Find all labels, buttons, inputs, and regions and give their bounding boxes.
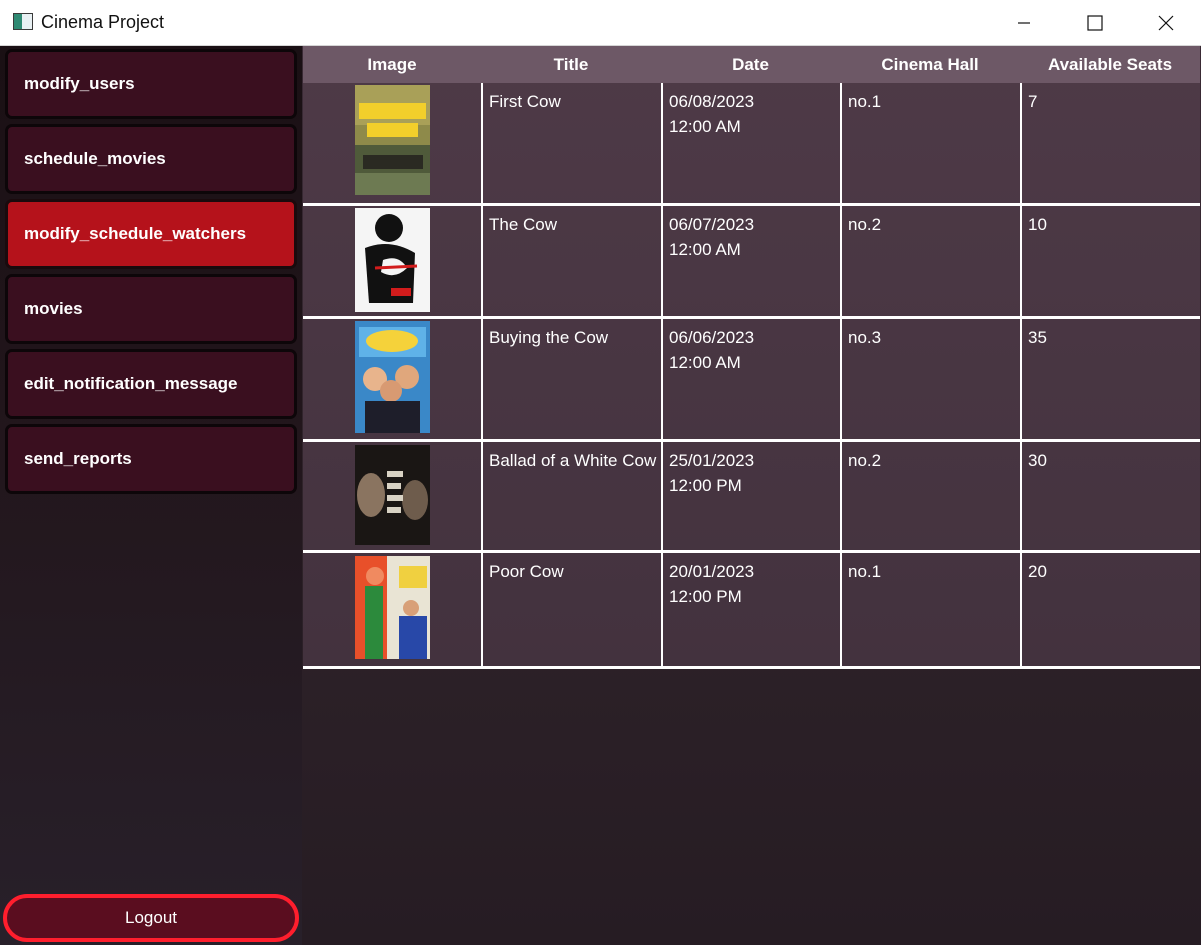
cell-cinema-hall: no.1: [840, 83, 1020, 203]
table-row[interactable]: First Cow 06/08/2023 12:00 AM no.1 7: [303, 83, 1200, 206]
movie-poster-image: [354, 321, 430, 433]
column-header-available-seats[interactable]: Available Seats: [1020, 46, 1200, 83]
minimize-button[interactable]: [989, 0, 1059, 45]
sidebar-item-modify-users[interactable]: modify_users: [5, 49, 297, 119]
sidebar-item-schedule-movies[interactable]: schedule_movies: [5, 124, 297, 194]
sidebar-item-edit-notification-message[interactable]: edit_notification_message: [5, 349, 297, 419]
cell-cinema-hall: no.2: [840, 442, 1020, 550]
column-header-image[interactable]: Image: [303, 46, 481, 83]
table-row[interactable]: Buying the Cow 06/06/2023 12:00 AM no.3 …: [303, 319, 1200, 442]
window-title: Cinema Project: [41, 12, 165, 32]
cell-cinema-hall: no.1: [840, 553, 1020, 666]
cell-title: Ballad of a White Cow: [481, 442, 661, 550]
cell-cinema-hall: no.2: [840, 206, 1020, 316]
close-icon: [1158, 15, 1174, 30]
cell-date: 06/07/2023 12:00 AM: [661, 206, 840, 316]
cell-date: 06/06/2023 12:00 AM: [661, 319, 840, 439]
cell-cinema-hall: no.3: [840, 319, 1020, 439]
cell-title: First Cow: [481, 83, 661, 203]
table-row[interactable]: The Cow 06/07/2023 12:00 AM no.2 10: [303, 206, 1200, 319]
cell-date: 06/08/2023 12:00 AM: [661, 83, 840, 203]
maximize-icon: [1087, 14, 1103, 31]
movie-poster-image: [354, 208, 430, 312]
table-row[interactable]: Poor Cow 20/01/2023 12:00 PM no.1 20: [303, 553, 1200, 669]
sidebar-item-modify-schedule-watchers[interactable]: modify_schedule_watchers: [5, 199, 297, 269]
cell-available-seats: 10: [1020, 206, 1200, 316]
cell-title: The Cow: [481, 206, 661, 316]
sidebar-item-send-reports[interactable]: send_reports: [5, 424, 297, 494]
main-content: Image Title Date Cinema Hall Available S…: [302, 46, 1201, 945]
movie-poster-image: [354, 85, 430, 195]
cell-date: 25/01/2023 12:00 PM: [661, 442, 840, 550]
cell-available-seats: 35: [1020, 319, 1200, 439]
logout-button[interactable]: Logout: [3, 894, 299, 942]
cell-title: Buying the Cow: [481, 319, 661, 439]
column-header-date[interactable]: Date: [661, 46, 840, 83]
movie-poster-image: [354, 556, 430, 659]
column-header-title[interactable]: Title: [481, 46, 661, 83]
table-header: Image Title Date Cinema Hall Available S…: [303, 46, 1200, 83]
cell-title: Poor Cow: [481, 553, 661, 666]
movie-poster-image: [354, 445, 430, 545]
sidebar-item-movies[interactable]: movies: [5, 274, 297, 344]
cell-date: 20/01/2023 12:00 PM: [661, 553, 840, 666]
cell-available-seats: 7: [1020, 83, 1200, 203]
sidebar: modify_users schedule_movies modify_sche…: [0, 46, 302, 945]
maximize-button[interactable]: [1060, 0, 1130, 45]
column-header-cinema-hall[interactable]: Cinema Hall: [840, 46, 1020, 83]
close-button[interactable]: [1131, 0, 1201, 45]
cell-available-seats: 30: [1020, 442, 1200, 550]
table-row[interactable]: Ballad of a White Cow 25/01/2023 12:00 P…: [303, 442, 1200, 553]
app-icon: [13, 13, 33, 30]
cell-available-seats: 20: [1020, 553, 1200, 666]
minimize-icon: [1018, 21, 1030, 24]
title-bar: Cinema Project: [0, 0, 1201, 46]
schedule-table: Image Title Date Cinema Hall Available S…: [303, 46, 1200, 669]
